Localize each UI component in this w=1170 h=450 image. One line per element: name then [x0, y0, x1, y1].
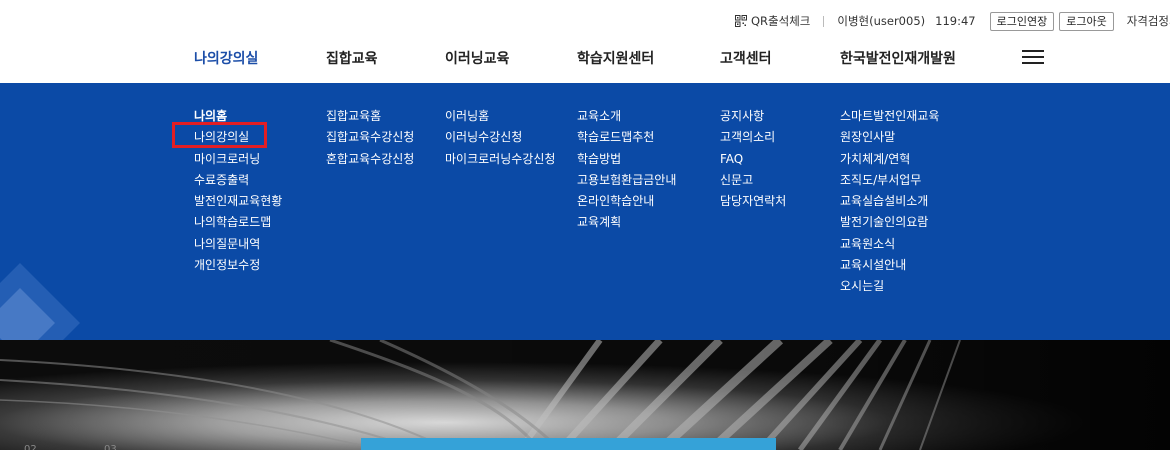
menu-item-cradle[interactable]: 발전기술인의요람	[840, 212, 939, 233]
menu-item-petition[interactable]: 신문고	[720, 170, 786, 191]
menu-item-facilities-intro[interactable]: 교육실습설비소개	[840, 191, 939, 212]
menu-item-learning-roadmap[interactable]: 나의학습로드맵	[194, 212, 282, 233]
menu-item-roadmap-recommend[interactable]: 학습로드맵추천	[577, 127, 676, 148]
hero-banner: 02 03	[0, 340, 1170, 450]
menu-item-learning-method[interactable]: 학습방법	[577, 149, 676, 170]
menu-item-elearning-enroll[interactable]: 이러닝수강신청	[445, 127, 555, 148]
menu-item-education-plan[interactable]: 교육계획	[577, 212, 676, 233]
divider	[823, 15, 825, 27]
menu-item-contacts[interactable]: 담당자연락처	[720, 191, 786, 212]
menu-item-education-intro[interactable]: 교육소개	[577, 106, 676, 127]
qr-code-icon[interactable]	[735, 15, 747, 27]
menu-column-customer-center: 공지사항 고객의소리 FAQ 신문고 담당자연락처	[720, 106, 786, 212]
menu-column-elearning: 이러닝홈 이러닝수강신청 마이크로러닝수강신청	[445, 106, 555, 170]
menu-item-group-enroll[interactable]: 집합교육수강신청	[326, 127, 414, 148]
decorative-shape	[0, 263, 80, 340]
menu-item-values-history[interactable]: 가치체계/연혁	[840, 149, 939, 170]
session-timer: 119:47	[935, 14, 976, 28]
menu-item-microlearning-enroll[interactable]: 마이크로러닝수강신청	[445, 149, 555, 170]
menu-item-training-status[interactable]: 발전인재교육현황	[194, 191, 282, 212]
qr-attendance-link[interactable]: QR출석체크	[751, 13, 810, 29]
gnb-my-classroom[interactable]: 나의강의실	[194, 48, 258, 68]
menu-column-learning-support: 교육소개 학습로드맵추천 학습방법 고용보험환급금안내 온라인학습안내 교육계획	[577, 106, 676, 234]
highlight-annotation	[172, 122, 267, 148]
slide-indicator-02[interactable]: 02	[24, 444, 37, 450]
main-navigation: 나의강의실 집합교육 이러닝교육 학습지원센터 고객센터 한국발전인재개발원	[0, 40, 1170, 83]
gnb-learning-support[interactable]: 학습지원센터	[577, 48, 654, 68]
certification-system-link[interactable]: 자격검정시스템	[1127, 13, 1170, 29]
menu-item-my-questions[interactable]: 나의질문내역	[194, 234, 282, 255]
menu-item-certificate-print[interactable]: 수료증출력	[194, 170, 282, 191]
utility-bar: QR출석체크 이병현(user005) 119:47 로그인연장 로그아웃 자격…	[0, 0, 1170, 40]
menu-item-smart-training[interactable]: 스마트발전인재교육	[840, 106, 939, 127]
logout-button[interactable]: 로그아웃	[1059, 11, 1114, 31]
menu-item-online-guide[interactable]: 온라인학습안내	[577, 191, 676, 212]
hero-background-image	[0, 340, 1170, 450]
gnb-elearning[interactable]: 이러닝교육	[445, 48, 509, 68]
gnb-institute[interactable]: 한국발전인재개발원	[840, 48, 956, 68]
gnb-customer-center[interactable]: 고객센터	[720, 48, 772, 68]
menu-column-group-training: 집합교육홈 집합교육수강신청 혼합교육수강신청	[326, 106, 414, 170]
utility-links: QR출석체크 이병현(user005) 119:47 로그인연장 로그아웃 자격…	[735, 11, 1170, 31]
hamburger-menu-icon[interactable]	[1022, 50, 1044, 64]
menu-item-edit-profile[interactable]: 개인정보수정	[194, 255, 282, 276]
user-name: 이병현(user005)	[837, 14, 926, 28]
menu-item-group-home[interactable]: 집합교육홈	[326, 106, 414, 127]
menu-item-faq[interactable]: FAQ	[720, 149, 786, 170]
menu-item-elearning-home[interactable]: 이러닝홈	[445, 106, 555, 127]
menu-item-facility-guide[interactable]: 교육시설안내	[840, 255, 939, 276]
menu-column-institute: 스마트발전인재교육 원장인사말 가치체계/연혁 조직도/부서업무 교육실습설비소…	[840, 106, 939, 298]
gnb-group-training[interactable]: 집합교육	[326, 48, 378, 68]
menu-item-notices[interactable]: 공지사항	[720, 106, 786, 127]
menu-item-customer-voice[interactable]: 고객의소리	[720, 127, 786, 148]
login-extend-button[interactable]: 로그인연장	[989, 11, 1055, 31]
slide-indicator-03[interactable]: 03	[104, 444, 117, 450]
menu-item-greeting[interactable]: 원장인사말	[840, 127, 939, 148]
menu-item-insurance-refund[interactable]: 고용보험환급금안내	[577, 170, 676, 191]
menu-item-blended-enroll[interactable]: 혼합교육수강신청	[326, 149, 414, 170]
mega-menu: 나의홈 나의강의실 마이크로러닝 수료증출력 발전인재교육현황 나의학습로드맵 …	[0, 83, 1170, 340]
hero-caption-bar	[361, 438, 776, 450]
menu-item-institute-news[interactable]: 교육원소식	[840, 234, 939, 255]
menu-item-organization[interactable]: 조직도/부서업무	[840, 170, 939, 191]
menu-item-directions[interactable]: 오시는길	[840, 276, 939, 297]
menu-item-microlearning[interactable]: 마이크로러닝	[194, 149, 282, 170]
